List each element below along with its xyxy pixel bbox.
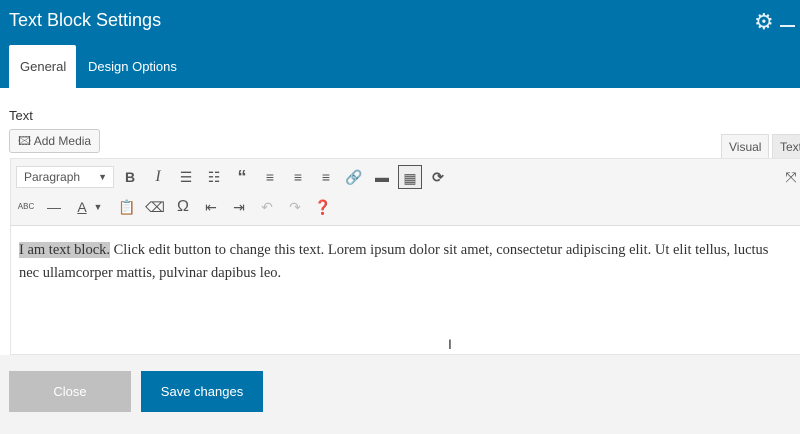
- chevron-down-icon: ▼: [98, 172, 107, 182]
- read-more-icon[interactable]: ▬: [370, 165, 394, 189]
- numbered-list-icon[interactable]: ☷: [202, 165, 226, 189]
- tab-general[interactable]: General: [9, 45, 76, 88]
- outdent-icon[interactable]: ⇤: [199, 195, 223, 219]
- bold-icon[interactable]: B: [118, 165, 142, 189]
- gear-icon[interactable]: ⚙: [754, 9, 774, 35]
- refresh-icon[interactable]: ⟳: [426, 165, 450, 189]
- close-button[interactable]: Close: [9, 371, 131, 412]
- modal-header: Text Block Settings ⚙ General Design Opt…: [0, 0, 800, 88]
- italic-icon[interactable]: I: [146, 165, 170, 189]
- tab-visual[interactable]: Visual: [721, 134, 770, 158]
- format-select-value: Paragraph: [24, 170, 81, 184]
- clear-formatting-icon[interactable]: ⌫: [143, 195, 167, 219]
- paste-text-icon[interactable]: 📋: [115, 195, 139, 219]
- editor-toolbar: Paragraph ▼ B I ☰ ☷ “ ≡ ≡ ≡ 🔗 ▬ ▦ ⟳ ⤧ ABC…: [11, 159, 800, 226]
- align-left-icon[interactable]: ≡: [258, 165, 282, 189]
- minimize-icon[interactable]: [780, 25, 795, 27]
- text-field-label: Text: [9, 108, 33, 123]
- text-editor: Paragraph ▼ B I ☰ ☷ “ ≡ ≡ ≡ 🔗 ▬ ▦ ⟳ ⤧ ABC…: [10, 158, 800, 355]
- selected-text: I am text block.: [19, 242, 111, 258]
- modal-title: Text Block Settings: [9, 10, 162, 30]
- format-select[interactable]: Paragraph ▼: [16, 166, 114, 188]
- tab-text[interactable]: Text: [772, 134, 800, 158]
- help-icon[interactable]: ❓: [311, 195, 335, 219]
- media-icon: 🖾: [18, 134, 32, 148]
- add-media-label: Add Media: [33, 134, 92, 148]
- indent-icon[interactable]: ⇥: [227, 195, 251, 219]
- fullscreen-icon[interactable]: ⤧: [779, 165, 800, 189]
- add-media-button[interactable]: 🖾 Add Media: [9, 129, 100, 153]
- redo-icon[interactable]: ↷: [283, 195, 307, 219]
- special-character-icon[interactable]: Ω: [171, 195, 195, 219]
- blockquote-icon[interactable]: “: [230, 165, 254, 189]
- body-text: Click edit button to change this text. L…: [19, 242, 769, 281]
- strikethrough-icon[interactable]: ABC: [14, 195, 38, 219]
- horizontal-line-icon[interactable]: —: [42, 195, 66, 219]
- save-changes-button[interactable]: Save changes: [141, 371, 263, 412]
- undo-icon[interactable]: ↶: [255, 195, 279, 219]
- align-center-icon[interactable]: ≡: [286, 165, 310, 189]
- tab-design-options[interactable]: Design Options: [77, 45, 188, 88]
- editor-content[interactable]: I am text block. Click edit button to ch…: [19, 239, 789, 285]
- align-right-icon[interactable]: ≡: [314, 165, 338, 189]
- chevron-down-icon[interactable]: ▼: [91, 195, 105, 219]
- text-cursor-icon: I: [448, 336, 452, 352]
- bullet-list-icon[interactable]: ☰: [174, 165, 198, 189]
- toolbar-toggle-icon[interactable]: ▦: [398, 165, 422, 189]
- link-icon[interactable]: 🔗: [342, 165, 366, 189]
- modal-footer: Close Save changes: [0, 355, 800, 434]
